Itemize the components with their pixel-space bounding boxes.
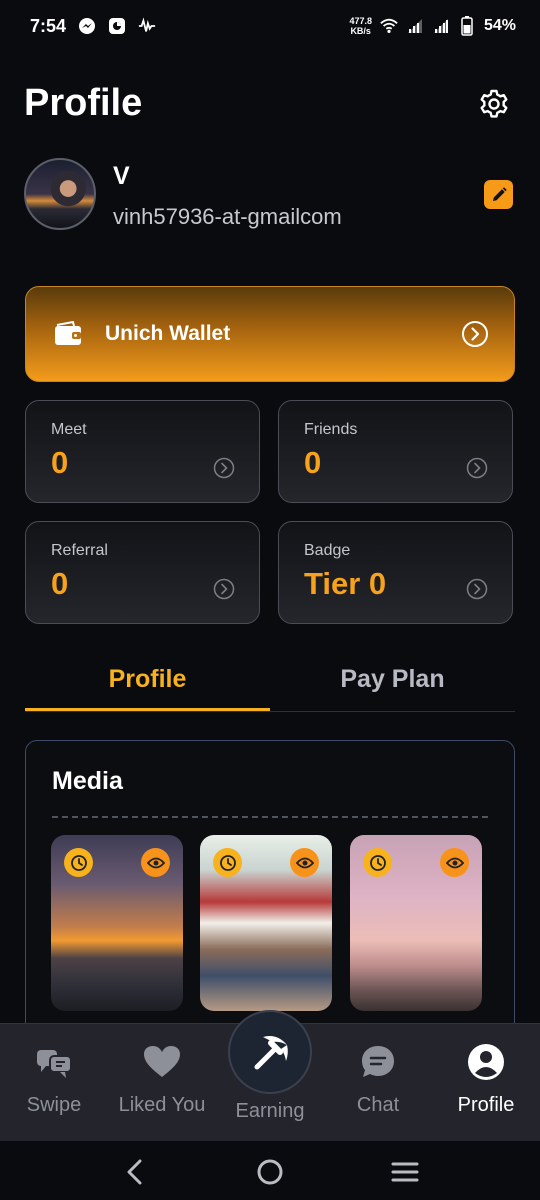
- status-time: 7:54: [30, 15, 67, 36]
- eye-icon[interactable]: [141, 848, 170, 877]
- nav-label: Chat: [356, 1094, 400, 1116]
- chat-icon: [324, 1042, 432, 1082]
- avatar[interactable]: [24, 158, 96, 230]
- stat-card-referral[interactable]: Referral 0: [25, 521, 260, 624]
- divider: [52, 816, 488, 818]
- menu-icon: [391, 1162, 419, 1182]
- media-item[interactable]: [51, 835, 183, 1011]
- settings-button[interactable]: [476, 86, 512, 122]
- back-icon: [127, 1159, 142, 1185]
- nav-label: Profile: [457, 1094, 515, 1116]
- wallet-label: Unich Wallet: [105, 322, 231, 345]
- battery-icon: [458, 16, 476, 36]
- recents-button[interactable]: [390, 1157, 420, 1187]
- stat-label: Friends: [304, 421, 358, 438]
- home-icon: [257, 1159, 283, 1185]
- nav-label: Earning: [235, 1100, 305, 1122]
- cards-icon: [0, 1042, 108, 1082]
- nav-swipe[interactable]: Swipe: [0, 1042, 108, 1117]
- status-bar: 7:54 477.8 KB/s 54%: [0, 0, 540, 52]
- wallet-button[interactable]: Unich Wallet: [25, 286, 515, 382]
- wallet-icon: [55, 321, 81, 345]
- clock-icon: [363, 848, 392, 877]
- media-title: Media: [52, 767, 123, 795]
- wifi-icon: [380, 17, 398, 35]
- nav-label: Liked You: [118, 1094, 206, 1116]
- tab-profile[interactable]: Profile: [25, 660, 270, 711]
- pickaxe-icon: [254, 1036, 288, 1070]
- chevron-right-circle-icon: [466, 457, 488, 479]
- nav-liked-you[interactable]: Liked You: [108, 1042, 216, 1117]
- app-icon: [108, 17, 126, 35]
- stat-label: Badge: [304, 542, 351, 559]
- nav-label: Swipe: [26, 1094, 82, 1116]
- home-button[interactable]: [255, 1157, 285, 1187]
- eye-icon[interactable]: [290, 848, 319, 877]
- network-speed: 477.8 KB/s: [349, 16, 372, 36]
- gear-icon: [480, 89, 508, 118]
- chevron-right-circle-icon: [213, 578, 235, 600]
- clock-icon: [64, 848, 93, 877]
- nav-chat[interactable]: Chat: [324, 1042, 432, 1117]
- tab-pay-plan[interactable]: Pay Plan: [270, 660, 515, 711]
- bottom-nav: Swipe Liked You Earning Chat Profile: [0, 1010, 540, 1141]
- stat-label: Meet: [51, 421, 87, 438]
- heart-icon: [108, 1042, 216, 1082]
- media-section: Media: [25, 740, 515, 1040]
- page-title: Profile: [24, 82, 143, 124]
- system-nav-bar: [0, 1141, 540, 1200]
- chevron-right-circle-icon: [466, 578, 488, 600]
- media-item[interactable]: [350, 835, 482, 1011]
- eye-icon[interactable]: [440, 848, 469, 877]
- nav-profile[interactable]: Profile: [432, 1042, 540, 1117]
- user-email: vinh57936-at-gmailcom: [113, 204, 342, 229]
- activity-icon: [138, 17, 156, 35]
- stat-card-meet[interactable]: Meet 0: [25, 400, 260, 503]
- signal-icon: [406, 17, 424, 35]
- edit-profile-button[interactable]: [484, 180, 513, 209]
- clock-icon: [213, 848, 242, 877]
- pencil-icon: [492, 186, 507, 201]
- stat-label: Referral: [51, 542, 108, 559]
- media-item[interactable]: [200, 835, 332, 1011]
- profile-tabs: Profile Pay Plan: [25, 660, 515, 712]
- messenger-icon: [78, 17, 96, 35]
- chevron-right-circle-icon: [462, 321, 488, 347]
- chevron-right-circle-icon: [213, 457, 235, 479]
- stat-card-friends[interactable]: Friends 0: [278, 400, 513, 503]
- battery-percent: 54%: [483, 17, 516, 34]
- user-icon: [432, 1042, 540, 1082]
- stat-card-badge[interactable]: Badge Tier 0: [278, 521, 513, 624]
- back-button[interactable]: [120, 1157, 150, 1187]
- user-name: V: [113, 162, 130, 190]
- signal-icon: [432, 17, 450, 35]
- nav-earning-button[interactable]: [228, 1010, 312, 1094]
